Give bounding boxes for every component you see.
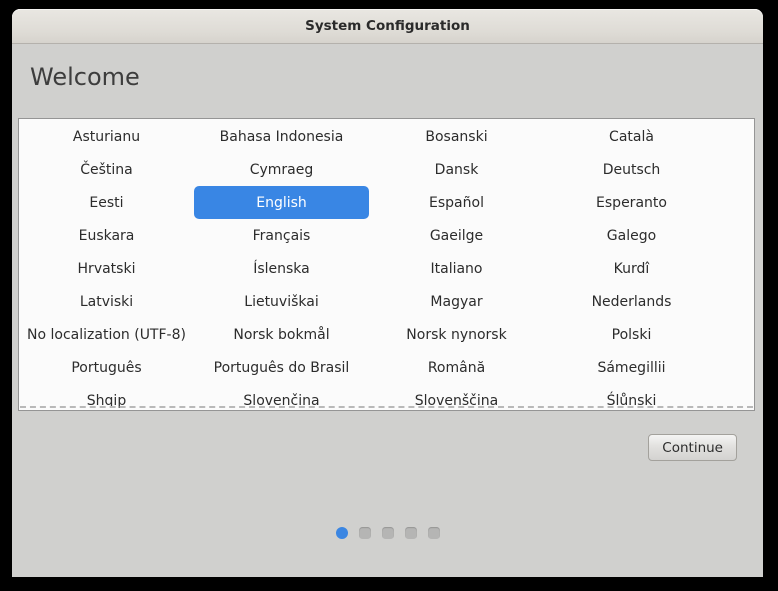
system-configuration-window: System Configuration Welcome AsturianuBa… [12,9,763,577]
language-list[interactable]: AsturianuBahasa IndonesiaBosanskiCatalà Č… [18,118,755,411]
language-option[interactable]: Esperanto [544,186,719,219]
language-option[interactable]: Kurdî [544,252,719,285]
language-option[interactable]: Norsk bokmål [194,318,369,351]
language-option[interactable]: Español [369,186,544,219]
window-title: System Configuration [305,18,470,34]
language-option-selected[interactable]: English [194,186,369,219]
titlebar[interactable]: System Configuration [12,9,763,44]
language-option[interactable]: Català [544,120,719,153]
language-option[interactable]: Deutsch [544,153,719,186]
language-option[interactable]: Français [194,219,369,252]
language-option[interactable]: Română [369,351,544,384]
continue-button[interactable]: Continue [648,434,737,461]
language-option[interactable]: Hrvatski [19,252,194,285]
scroll-cutoff-indicator [20,406,753,408]
language-option[interactable]: Asturianu [19,120,194,153]
progress-dot [382,527,394,539]
language-option[interactable]: Eesti [19,186,194,219]
language-option[interactable]: Polski [544,318,719,351]
language-option[interactable]: Latviski [19,285,194,318]
language-option[interactable]: Íslenska [194,252,369,285]
language-option[interactable]: Norsk nynorsk [369,318,544,351]
language-option[interactable]: Čeština [19,153,194,186]
language-option[interactable]: Nederlands [544,285,719,318]
language-option[interactable]: Dansk [369,153,544,186]
language-option[interactable]: Sámegillii [544,351,719,384]
language-option[interactable]: Português [19,351,194,384]
language-option[interactable]: Lietuviškai [194,285,369,318]
language-grid: AsturianuBahasa IndonesiaBosanskiCatalà Č… [19,119,754,411]
language-option[interactable]: No localization (UTF-8) [19,318,194,351]
language-option[interactable]: Euskara [19,219,194,252]
language-option[interactable]: Bosanski [369,120,544,153]
progress-dot [359,527,371,539]
progress-dot [428,527,440,539]
language-option[interactable]: Italiano [369,252,544,285]
language-option[interactable]: Galego [544,219,719,252]
page-title: Welcome [30,63,140,91]
progress-dot [405,527,417,539]
language-option[interactable]: Magyar [369,285,544,318]
progress-dot-active [336,527,348,539]
language-option[interactable]: Gaeilge [369,219,544,252]
language-option[interactable]: Português do Brasil [194,351,369,384]
progress-dots [12,527,763,539]
language-option[interactable]: Bahasa Indonesia [194,120,369,153]
language-option[interactable]: Cymraeg [194,153,369,186]
